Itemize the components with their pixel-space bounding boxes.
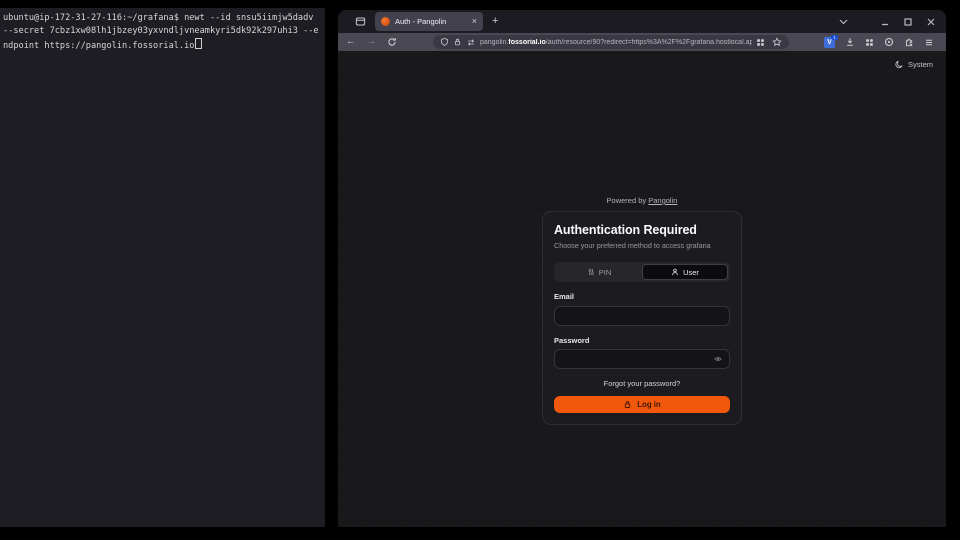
forgot-password-link[interactable]: Forgot your password? xyxy=(554,379,730,388)
login-button[interactable]: Log in xyxy=(554,396,730,413)
auth-column: Powered by Pangolin Authentication Requi… xyxy=(338,196,946,425)
terminal-cursor xyxy=(195,38,202,49)
grid-icon[interactable] xyxy=(756,38,765,47)
forward-button[interactable]: → xyxy=(367,37,377,47)
extension-badge: 1 xyxy=(831,35,838,40)
password-input[interactable] xyxy=(554,349,730,369)
url-bar[interactable]: pangolin.fossorial.io/auth/resource/90?r… xyxy=(433,35,789,49)
terminal-line: --secret 7cbz1xw08lh1jbzey03yxvndljvneam… xyxy=(3,25,325,38)
extensions-puzzle-icon[interactable] xyxy=(904,37,914,47)
theme-label: System xyxy=(908,60,933,69)
password-label: Password xyxy=(554,336,730,345)
terminal-line: ubuntu@ip-172-31-27-116:~/grafana$ newt … xyxy=(3,12,325,25)
moon-icon xyxy=(895,60,904,69)
tab-user-label: User xyxy=(683,268,699,277)
tab-close-icon[interactable]: × xyxy=(472,17,477,26)
lock-icon[interactable] xyxy=(453,37,462,47)
minimize-icon[interactable] xyxy=(881,18,889,26)
back-button[interactable]: ← xyxy=(346,37,356,47)
desktop: ubuntu@ip-172-31-27-116:~/grafana$ newt … xyxy=(0,0,960,540)
close-window-icon[interactable] xyxy=(927,18,935,26)
auth-page: System Powered by Pangolin Authenticatio… xyxy=(338,51,946,527)
pangolin-link[interactable]: Pangolin xyxy=(648,196,677,205)
tab-auth-pangolin[interactable]: Auth - Pangolin × xyxy=(375,12,483,31)
browser-window: Auth - Pangolin × + xyxy=(338,10,946,527)
bookmark-star-icon[interactable] xyxy=(772,37,782,47)
auth-method-tabs: PIN User xyxy=(554,262,730,282)
url-text[interactable]: pangolin.fossorial.io/auth/resource/90?r… xyxy=(480,39,752,46)
email-field-box xyxy=(554,305,730,326)
target-ring-icon[interactable] xyxy=(884,37,894,47)
squares-grid-icon[interactable] xyxy=(865,38,874,47)
email-label: Email xyxy=(554,292,730,301)
tab-user[interactable]: User xyxy=(642,264,728,280)
theme-toggle[interactable]: System xyxy=(895,60,933,69)
downloads-icon[interactable] xyxy=(845,37,855,47)
browser-toolbar: ← → xyxy=(338,33,946,51)
toolbar-extension-icons: V 1 xyxy=(824,37,938,48)
tab-pin[interactable]: PIN xyxy=(556,264,642,280)
shield-icon[interactable] xyxy=(440,37,449,47)
powered-by: Powered by Pangolin xyxy=(607,196,678,205)
vimium-letter: V xyxy=(827,39,832,46)
terminal-window[interactable]: ubuntu@ip-172-31-27-116:~/grafana$ newt … xyxy=(0,8,325,527)
show-password-eye-icon[interactable] xyxy=(713,355,723,363)
lock-small-icon xyxy=(623,400,632,409)
switch-tab-arrows-icon[interactable] xyxy=(466,38,476,47)
firefox-view-icon[interactable] xyxy=(355,16,366,27)
tab-title: Auth - Pangolin xyxy=(395,17,467,26)
tab-list-chevron-icon[interactable] xyxy=(839,19,848,25)
tab-pin-label: PIN xyxy=(599,268,612,277)
menu-hamburger-icon[interactable] xyxy=(924,38,934,47)
user-icon xyxy=(671,268,679,276)
pangolin-favicon-icon xyxy=(381,17,390,26)
browser-tab-bar: Auth - Pangolin × + xyxy=(338,10,946,33)
email-input[interactable] xyxy=(554,306,730,326)
login-button-label: Log in xyxy=(637,400,660,409)
terminal-line: ndpoint https://pangolin.fossorial.io xyxy=(3,38,325,53)
card-subtitle: Choose your preferred method to access g… xyxy=(554,241,730,250)
card-title: Authentication Required xyxy=(554,223,730,237)
vimium-extension-icon[interactable]: V 1 xyxy=(824,37,835,48)
auth-card: Authentication Required Choose your pref… xyxy=(542,211,742,425)
pin-keypad-icon xyxy=(587,268,595,276)
new-tab-button[interactable]: + xyxy=(492,16,498,27)
reload-icon[interactable] xyxy=(387,37,397,47)
window-controls xyxy=(839,18,946,26)
urlbar-end-icons xyxy=(756,37,782,47)
maximize-icon[interactable] xyxy=(904,18,912,26)
password-field-box xyxy=(554,349,730,370)
